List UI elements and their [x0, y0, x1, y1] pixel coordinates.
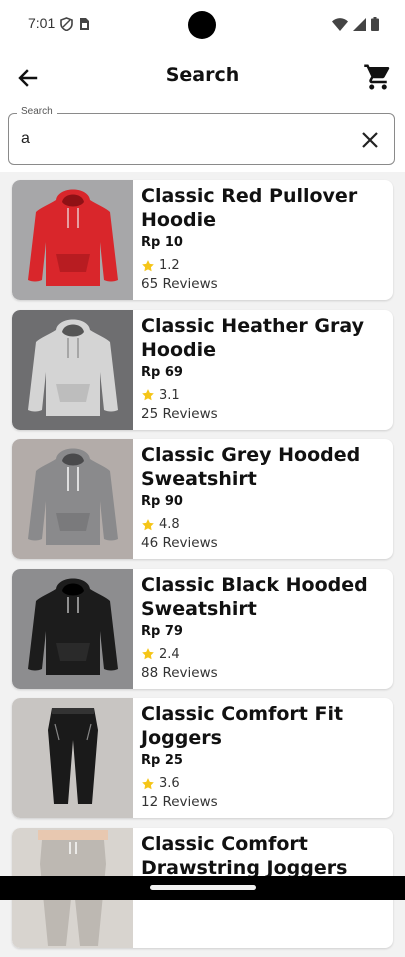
shield-icon — [60, 16, 73, 35]
sim-card-icon — [79, 16, 90, 35]
product-price: Rp 10 — [141, 235, 183, 250]
product-price: Rp 90 — [141, 494, 183, 509]
product-reviews: 12 Reviews — [141, 794, 218, 810]
product-rating: 2.4 — [159, 646, 180, 662]
black-hooded-sweatshirt-image — [27, 578, 118, 675]
product-card[interactable]: Classic Grey Hooded Sweatshirt Rp 90 4.8… — [12, 439, 393, 559]
status-bar: 7:01 — [0, 0, 405, 50]
status-time: 7:01 — [28, 15, 56, 31]
product-card[interactable]: Classic Heather Gray Hoodie Rp 69 3.1 25… — [12, 309, 393, 430]
product-card[interactable]: Classic Comfort Fit Joggers Rp 25 3.6 12… — [12, 698, 393, 818]
product-price: Rp 25 — [141, 753, 183, 768]
rating-row: 1.2 — [141, 258, 385, 273]
product-rating: 3.1 — [159, 387, 180, 403]
wifi-icon — [332, 16, 348, 35]
product-rating: 3.6 — [159, 776, 180, 791]
product-image — [12, 568, 133, 689]
product-reviews: 46 Reviews — [141, 535, 218, 551]
rating-row: 3.6 — [141, 776, 385, 791]
heather-gray-hoodie-image — [27, 319, 118, 416]
star-icon — [142, 518, 154, 530]
product-reviews: 88 Reviews — [141, 664, 218, 681]
product-reviews: 25 Reviews — [141, 405, 218, 422]
system-navigation-bar — [0, 876, 405, 900]
product-name: Classic Grey Hooded Sweatshirt — [141, 444, 361, 490]
rating-row: 2.4 — [141, 647, 385, 662]
product-image — [12, 439, 133, 559]
rating-row: 3.1 — [141, 388, 385, 403]
product-image — [12, 180, 133, 300]
product-list: Classic Red Pullover Hoodie Rp 10 1.2 65… — [12, 180, 393, 957]
camera-cutout — [188, 11, 216, 39]
star-icon — [142, 777, 154, 789]
app-bar: Search — [0, 50, 405, 106]
page-title: Search — [165, 64, 240, 86]
close-icon[interactable] — [358, 128, 382, 152]
grey-hooded-sweatshirt-image — [27, 448, 118, 545]
status-right-icons — [332, 16, 379, 35]
shopping-cart-icon[interactable] — [363, 62, 393, 92]
product-name: Classic Comfort Drawstring Joggers — [141, 832, 348, 879]
status-left-icons — [60, 16, 90, 35]
search-label: Search — [17, 106, 57, 117]
product-name: Classic Heather Gray Hoodie — [141, 314, 364, 361]
product-rating: 4.8 — [159, 517, 180, 532]
product-reviews: 65 Reviews — [141, 276, 218, 292]
star-icon — [142, 389, 154, 401]
rating-row: 4.8 — [141, 517, 385, 532]
black-joggers-image — [47, 708, 98, 804]
search-field[interactable]: Search — [8, 106, 395, 165]
product-card[interactable]: Classic Black Hooded Sweatshirt Rp 79 2.… — [12, 568, 393, 689]
search-area: Search — [0, 106, 405, 172]
star-icon — [142, 648, 154, 660]
battery-icon — [371, 16, 379, 35]
product-price: Rp 69 — [141, 364, 183, 380]
star-icon — [142, 259, 154, 271]
product-name: Classic Comfort Fit Joggers — [141, 703, 344, 749]
home-indicator[interactable] — [150, 885, 256, 890]
product-name: Classic Black Hooded Sweatshirt — [141, 573, 368, 620]
product-name: Classic Red Pullover Hoodie — [141, 185, 358, 231]
product-rating: 1.2 — [159, 258, 180, 273]
red-hoodie-image — [27, 189, 118, 286]
product-card[interactable]: Classic Red Pullover Hoodie Rp 10 1.2 65… — [12, 180, 393, 300]
product-price: Rp 79 — [141, 623, 183, 639]
product-image — [12, 698, 133, 818]
signal-icon — [353, 16, 366, 35]
product-image — [12, 309, 133, 430]
search-input[interactable] — [21, 127, 341, 151]
